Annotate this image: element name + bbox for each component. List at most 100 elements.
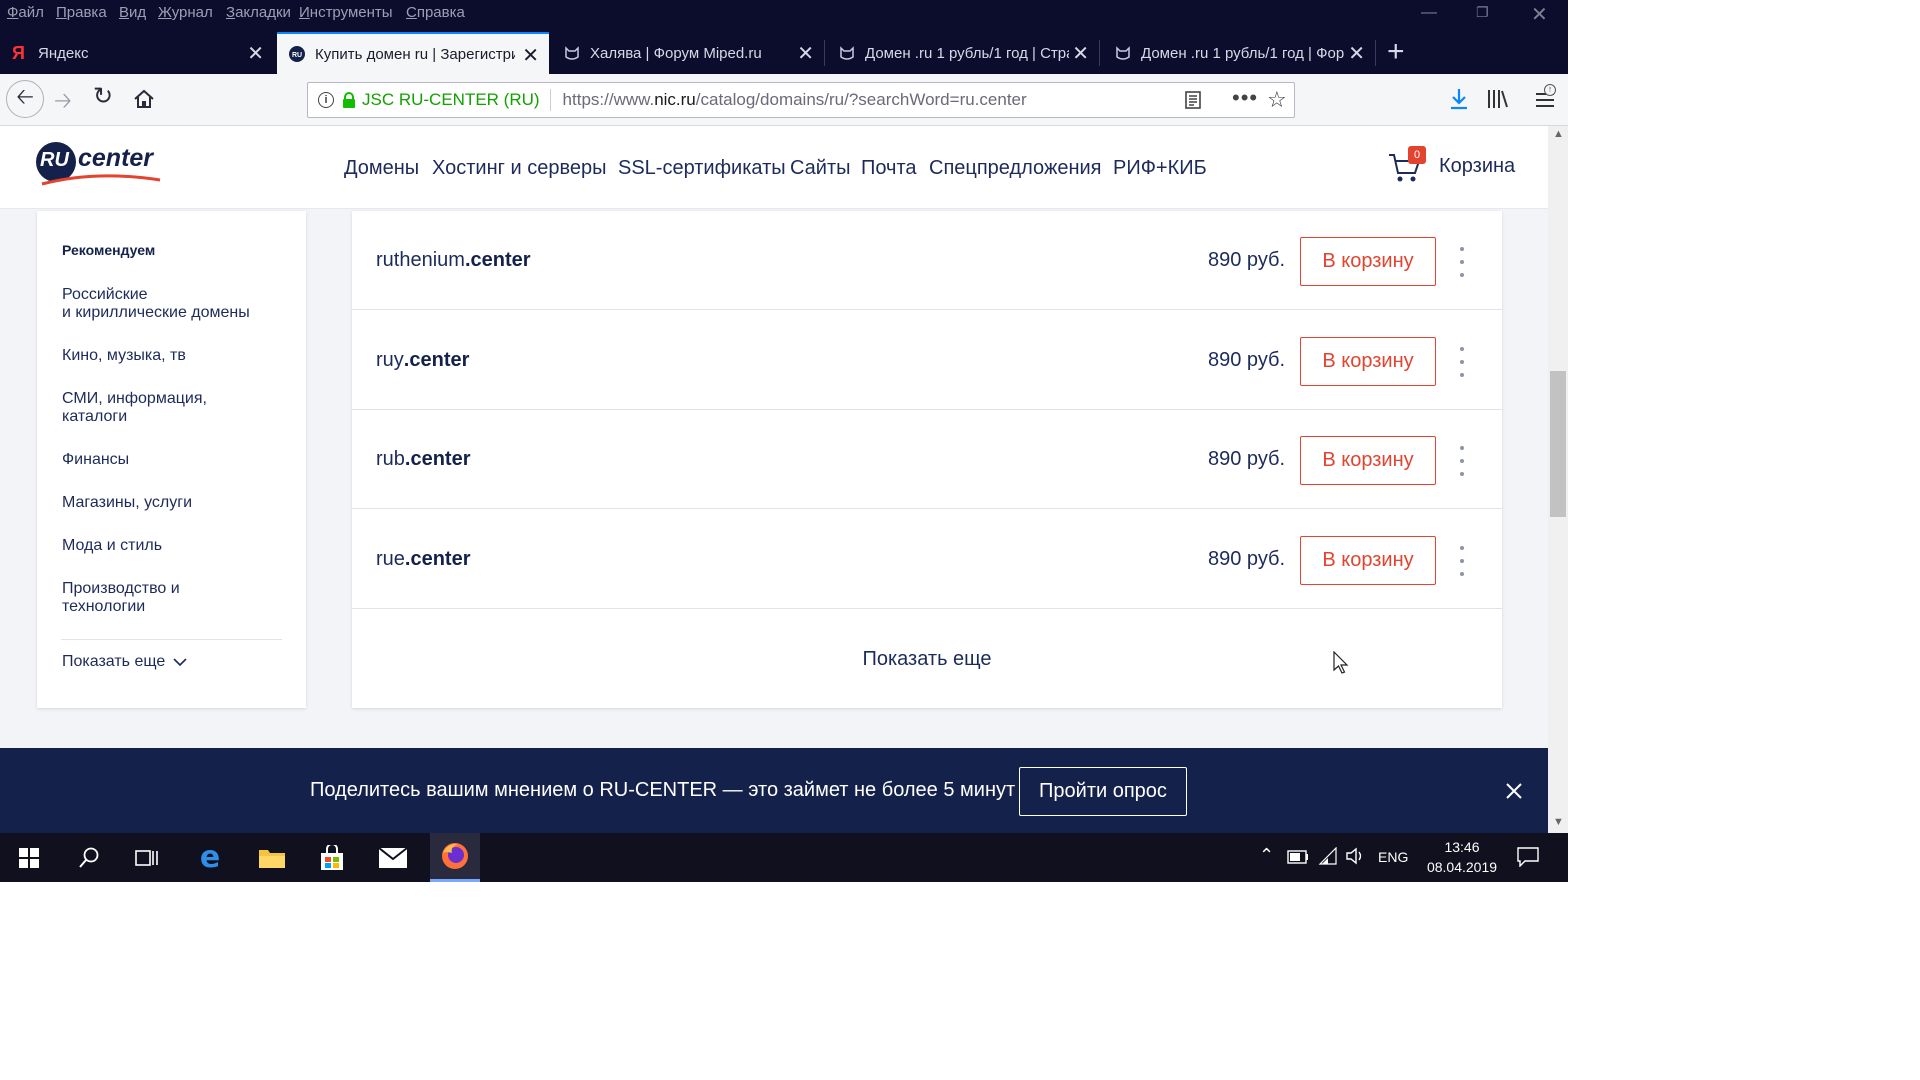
sidebar-show-more[interactable]: Показать еще bbox=[62, 653, 187, 671]
url-bar[interactable]: i JSC RU-CENTER (RU) https://www. nic.ru /… bbox=[307, 82, 1295, 118]
store-button[interactable] bbox=[302, 833, 362, 882]
bookmark-star-icon[interactable]: ☆ bbox=[1267, 87, 1287, 113]
cart-link[interactable]: 0 Корзина bbox=[1388, 146, 1518, 190]
sidebar-item-label: Производство и bbox=[62, 580, 180, 597]
sidebar-item-media[interactable]: СМИ, информация, каталоги bbox=[62, 390, 207, 426]
battery-icon[interactable] bbox=[1287, 850, 1309, 864]
menu-file[interactable]: Файл bbox=[7, 4, 44, 21]
file-explorer-button[interactable] bbox=[242, 833, 302, 882]
sidebar-item-production[interactable]: Производство и технологии bbox=[62, 580, 180, 616]
sidebar-item-shops[interactable]: Магазины, услуги bbox=[62, 494, 192, 512]
nav-sites[interactable]: Сайты bbox=[790, 157, 851, 180]
edge-button[interactable]: e bbox=[180, 833, 240, 882]
volume-icon[interactable] bbox=[1346, 847, 1366, 865]
domain-name: rue.center bbox=[376, 548, 471, 570]
show-more-results-button[interactable]: Показать еще bbox=[352, 610, 1502, 708]
info-icon[interactable]: i bbox=[318, 92, 334, 108]
scroll-up-icon[interactable]: ▲ bbox=[1553, 128, 1564, 140]
forward-icon[interactable]: 🡢 bbox=[54, 84, 72, 122]
domain-name: ruy.center bbox=[376, 349, 470, 371]
sidebar-item-cinema[interactable]: Кино, музыка, тв bbox=[62, 347, 186, 365]
tab-miped-2[interactable]: Домен .ru 1 рубль/1 год | Стра ✕ bbox=[827, 32, 1100, 74]
close-tab-icon[interactable]: ✕ bbox=[797, 41, 814, 66]
restore-icon[interactable]: ❐ bbox=[1476, 4, 1489, 21]
miped-icon bbox=[1116, 46, 1130, 60]
site-identity[interactable]: JSC RU-CENTER (RU) bbox=[362, 90, 540, 110]
scrollbar-thumb[interactable] bbox=[1550, 371, 1566, 517]
sidebar-item-label: Мода и стиль bbox=[62, 537, 163, 554]
sidebar-item-label: Финансы bbox=[62, 451, 130, 468]
close-tab-icon[interactable]: ✕ bbox=[1348, 41, 1365, 66]
downloads-icon[interactable] bbox=[1449, 88, 1469, 110]
site-header: RU center Домены Хостинг и серверы SSL-с… bbox=[0, 126, 1548, 209]
more-options-icon[interactable] bbox=[1458, 347, 1466, 377]
clock[interactable]: 13:46 08.04.2019 bbox=[1420, 837, 1504, 877]
reader-view-icon[interactable] bbox=[1185, 91, 1201, 109]
new-tab-icon[interactable]: + bbox=[1387, 32, 1405, 72]
wifi-icon[interactable] bbox=[1318, 847, 1338, 865]
lock-icon bbox=[343, 92, 355, 108]
clock-date: 08.04.2019 bbox=[1426, 859, 1498, 875]
menu-history[interactable]: Журнал bbox=[158, 4, 213, 21]
home-icon[interactable] bbox=[133, 88, 155, 110]
window-close-icon[interactable]: ✕ bbox=[1531, 2, 1548, 27]
edge-icon: e bbox=[199, 840, 221, 875]
close-tab-icon[interactable]: ✕ bbox=[247, 41, 264, 66]
page-actions-icon[interactable]: ••• bbox=[1232, 85, 1258, 111]
notifications-icon[interactable] bbox=[1517, 847, 1539, 867]
survey-text: Поделитесь вашим мнением о RU-CENTER — э… bbox=[310, 779, 1016, 801]
tab-miped-3[interactable]: Домен .ru 1 рубль/1 год | Фор ✕ bbox=[1103, 32, 1376, 74]
search-button[interactable] bbox=[60, 833, 118, 882]
miped-icon bbox=[840, 46, 854, 60]
page-scrollbar[interactable]: ▲ ▼ bbox=[1548, 126, 1568, 833]
add-to-cart-button[interactable]: В корзину bbox=[1300, 237, 1436, 286]
miped-icon bbox=[565, 46, 579, 60]
add-to-cart-button[interactable]: В корзину bbox=[1300, 436, 1436, 485]
sidebar-item-finance[interactable]: Финансы bbox=[62, 451, 129, 469]
domain-row: ruthenium.center 890 руб. В корзину bbox=[352, 211, 1502, 310]
add-to-cart-button[interactable]: В корзину bbox=[1300, 536, 1436, 585]
language-indicator[interactable]: ENG bbox=[1378, 849, 1408, 865]
tray-chevron-up-icon[interactable]: ⌃ bbox=[1259, 845, 1274, 866]
cart-label: Корзина bbox=[1439, 155, 1516, 177]
ru-center-icon: RU bbox=[289, 46, 305, 62]
nav-ssl[interactable]: SSL-сертификаты bbox=[618, 157, 786, 180]
close-tab-icon[interactable]: ✕ bbox=[1072, 41, 1089, 66]
main-menu-icon[interactable]: ↑ bbox=[1536, 84, 1558, 114]
tab-yandex[interactable]: Я Яндекс ✕ bbox=[0, 32, 274, 74]
library-icon[interactable] bbox=[1487, 88, 1509, 110]
task-view-button[interactable] bbox=[118, 833, 176, 882]
menu-help[interactable]: Справка bbox=[406, 4, 465, 21]
close-banner-icon[interactable] bbox=[1506, 783, 1522, 799]
minimize-icon[interactable]: — bbox=[1421, 4, 1437, 22]
menu-tools[interactable]: Инструменты bbox=[299, 4, 393, 21]
mail-button[interactable] bbox=[362, 833, 424, 882]
scroll-down-icon[interactable]: ▼ bbox=[1553, 816, 1564, 828]
start-button[interactable] bbox=[0, 833, 58, 882]
menu-edit[interactable]: Правка bbox=[56, 4, 107, 21]
tab-miped-1[interactable]: Халява | Форум Miped.ru ✕ bbox=[552, 32, 825, 74]
more-options-icon[interactable] bbox=[1458, 546, 1466, 576]
logo-ru-text: RU bbox=[40, 149, 69, 171]
sidebar-item-russian-domains[interactable]: Российские и кириллические домены bbox=[62, 286, 250, 322]
tab-ru-center[interactable]: RU Купить домен ru | Зарегистрир ✕ bbox=[277, 32, 549, 74]
more-options-icon[interactable] bbox=[1458, 446, 1466, 476]
ru-center-logo[interactable]: RU center bbox=[36, 140, 162, 196]
back-icon[interactable]: 🡠 bbox=[6, 80, 44, 118]
add-to-cart-button[interactable]: В корзину bbox=[1300, 337, 1436, 386]
close-tab-icon[interactable]: ✕ bbox=[522, 43, 539, 68]
more-options-icon[interactable] bbox=[1458, 247, 1466, 277]
menu-bookmarks[interactable]: Закладки bbox=[226, 4, 291, 21]
menu-view[interactable]: Вид bbox=[119, 4, 146, 21]
sidebar-item-fashion[interactable]: Мода и стиль bbox=[62, 537, 162, 555]
logo-center-text: center bbox=[78, 144, 154, 172]
nav-special-offers[interactable]: Спецпредложения bbox=[929, 157, 1102, 180]
nav-rif-kib[interactable]: РИФ+КИБ bbox=[1113, 157, 1207, 180]
nav-hosting[interactable]: Хостинг и серверы bbox=[432, 157, 606, 180]
firefox-button[interactable] bbox=[430, 833, 480, 882]
nav-mail[interactable]: Почта bbox=[861, 157, 917, 180]
nav-domains[interactable]: Домены bbox=[344, 157, 419, 180]
task-view-icon bbox=[135, 849, 158, 866]
reload-icon[interactable]: ↻ bbox=[93, 82, 113, 111]
take-survey-button[interactable]: Пройти опрос bbox=[1019, 767, 1187, 816]
